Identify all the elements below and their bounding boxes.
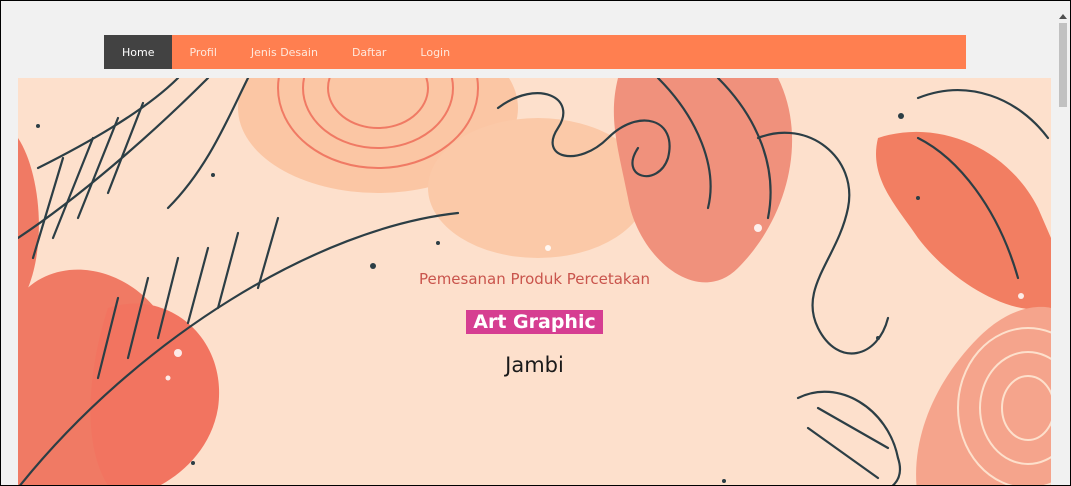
hero-subtitle: Pemesanan Produk Percetakan [418,270,651,288]
main-navbar: Home Profil Jenis Desain Daftar Login [104,35,966,69]
brand-badge: Art Graphic [466,310,603,334]
hero-city: Jambi [505,353,564,377]
nav-daftar[interactable]: Daftar [335,35,403,69]
hero-banner: Pemesanan Produk Percetakan Art Graphic … [18,78,1051,485]
nav-jenis-desain[interactable]: Jenis Desain [234,35,335,69]
nav-home[interactable]: Home [104,35,173,69]
scroll-up-arrow-icon[interactable] [1059,14,1067,19]
browser-viewport: Home Profil Jenis Desain Daftar Login Pe… [0,0,1071,486]
nav-login[interactable]: Login [403,35,467,69]
vertical-scrollbar[interactable] [1056,11,1070,485]
scrollbar-thumb[interactable] [1059,23,1067,107]
nav-profil[interactable]: Profil [172,35,233,69]
brand-badge-wrapper: Art Graphic [18,310,1051,334]
